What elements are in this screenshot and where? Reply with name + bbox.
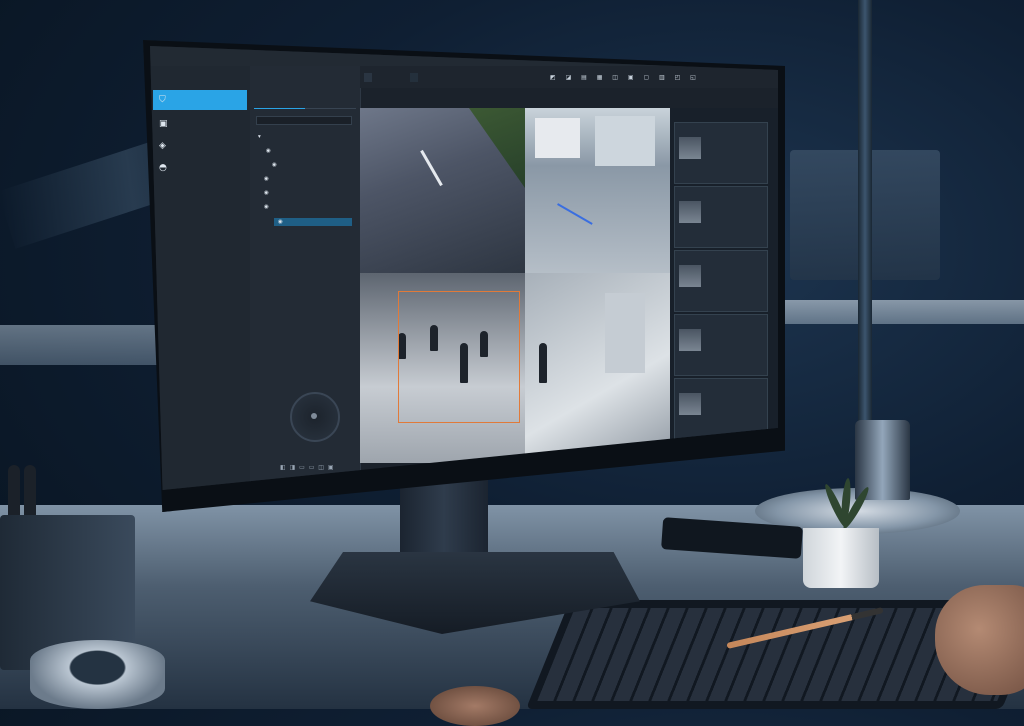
- device-panel: ▾ ◉ ◉ ◉ ◉ ◉ ◉ ◧ ◨ ▭ ▭ ◫ ▣: [250, 66, 361, 490]
- event-thumbnail: [679, 137, 701, 159]
- shield-icon: ⛉: [159, 95, 166, 105]
- event-card[interactable]: [674, 314, 768, 376]
- monitor-icon: ▣: [159, 119, 168, 129]
- search-input[interactable]: [256, 116, 352, 125]
- event-card[interactable]: [674, 250, 768, 312]
- event-thumbnail: [679, 393, 701, 415]
- tab-views[interactable]: [305, 96, 356, 109]
- person: [539, 343, 547, 383]
- background-shelf: [0, 325, 165, 365]
- building: [595, 116, 655, 166]
- tree-node[interactable]: ◉: [264, 190, 271, 196]
- event-thumbnail: [679, 265, 701, 287]
- camera-feed-corridor[interactable]: [525, 273, 670, 463]
- sidebar-item-camera[interactable]: ◓: [153, 158, 247, 178]
- tree-node[interactable]: ◉: [266, 148, 273, 154]
- camera-icon: ◉: [266, 148, 271, 154]
- map-icon: ◈: [159, 141, 166, 151]
- road-marking: [420, 149, 443, 187]
- plant-pot: [803, 528, 879, 588]
- roadside-grass: [469, 108, 525, 188]
- sidebar-item-monitor[interactable]: ▣: [153, 114, 247, 134]
- event-card[interactable]: [674, 186, 768, 248]
- tape-roll: [30, 640, 165, 709]
- tab-devices[interactable]: [254, 96, 305, 109]
- tree-node[interactable]: ◉: [264, 176, 271, 182]
- layout-icons[interactable]: ◩ ◪ ▤ ▦ ◫ ▣ ▢ ▥ ◰ ◱: [550, 74, 700, 81]
- tab-live-view[interactable]: [364, 73, 372, 82]
- camera-feed-lobby[interactable]: [360, 273, 525, 463]
- ptz-joystick[interactable]: [290, 392, 340, 442]
- folder-icon: ▾: [258, 134, 261, 140]
- sidebar-item-security[interactable]: ⛉: [153, 90, 247, 110]
- camera-icon: ◉: [264, 190, 269, 196]
- event-card[interactable]: [674, 122, 768, 184]
- detection-box: [398, 291, 520, 423]
- door: [605, 293, 645, 373]
- camera-feed-road[interactable]: [360, 108, 525, 273]
- background-table: [775, 300, 1024, 324]
- ptz-controls[interactable]: ◧ ◨ ▭ ▭ ◫ ▣: [280, 464, 335, 471]
- tree-node-selected[interactable]: ◉: [274, 218, 352, 226]
- detection-line: [557, 203, 593, 225]
- event-thumbnail: [679, 201, 701, 223]
- camera-feed-parking[interactable]: [525, 108, 670, 273]
- vms-screen: ⛉ ▣ ◈ ◓ ▾ ◉ ◉ ◉ ◉ ◉ ◉ ◧ ◨ ▭ ▭ ◫ ▣ ◩ ◪ ▤ …: [150, 46, 778, 490]
- video-grid: [360, 108, 670, 463]
- camera-icon: ◉: [264, 204, 269, 210]
- event-thumbnail: [679, 329, 701, 351]
- tree-node[interactable]: ◉: [272, 162, 279, 168]
- desk-lamp-body: [855, 420, 910, 500]
- tree-node[interactable]: ◉: [264, 204, 271, 210]
- building: [535, 118, 580, 158]
- camera-icon: ◉: [272, 162, 277, 168]
- desk-lamp-pole: [858, 0, 872, 440]
- sidebar-item-map[interactable]: ◈: [153, 136, 247, 156]
- dome-camera-icon: ◓: [159, 163, 167, 173]
- ptz-center-dot: [311, 413, 317, 419]
- tab-playback[interactable]: [410, 73, 418, 82]
- camera-icon: ◉: [278, 219, 283, 225]
- video-toolbar: ◩ ◪ ▤ ▦ ◫ ▣ ▢ ▥ ◰ ◱: [360, 66, 778, 88]
- tree-node[interactable]: ▾: [258, 134, 263, 140]
- panel-tabs: [254, 96, 356, 109]
- camera-icon: ◉: [264, 176, 269, 182]
- hand: [430, 686, 520, 726]
- sidebar: ⛉ ▣ ◈ ◓: [150, 66, 251, 490]
